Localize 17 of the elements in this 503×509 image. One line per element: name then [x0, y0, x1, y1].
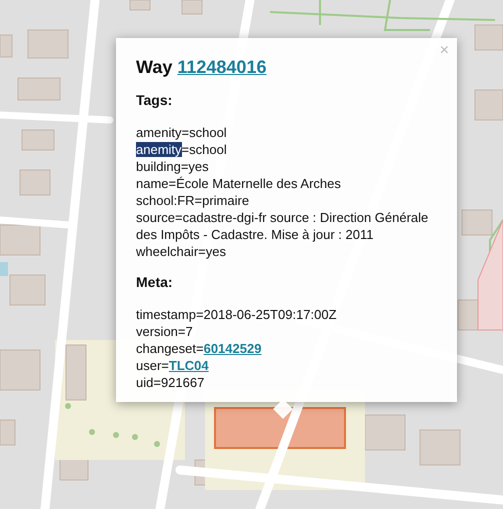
meta-link[interactable]: TLC04 [168, 358, 209, 373]
popup-title: Way [136, 57, 172, 77]
tag-line: wheelchair=yes [136, 243, 227, 260]
meta-line: uid=921667 [136, 375, 204, 390]
meta-line: changeset= [136, 341, 204, 356]
meta-line: version=7 [136, 324, 193, 339]
tag-line: anemity=school [136, 141, 228, 158]
meta-line: timestamp=2018-06-25T09:17:00Z [136, 307, 337, 322]
tag-line: building=yes [136, 158, 210, 175]
tag-line: amenity=school [136, 124, 228, 141]
tag-line: name=École Maternelle des Arches [136, 175, 342, 192]
meta-heading: Meta: [136, 274, 174, 290]
meta-link[interactable]: 60142529 [204, 341, 262, 356]
meta-line: user= [136, 358, 169, 373]
way-id-link[interactable]: 112484016 [177, 57, 266, 77]
tag-line: school:FR=primaire [136, 192, 250, 209]
tags-heading: Tags: [136, 92, 174, 108]
